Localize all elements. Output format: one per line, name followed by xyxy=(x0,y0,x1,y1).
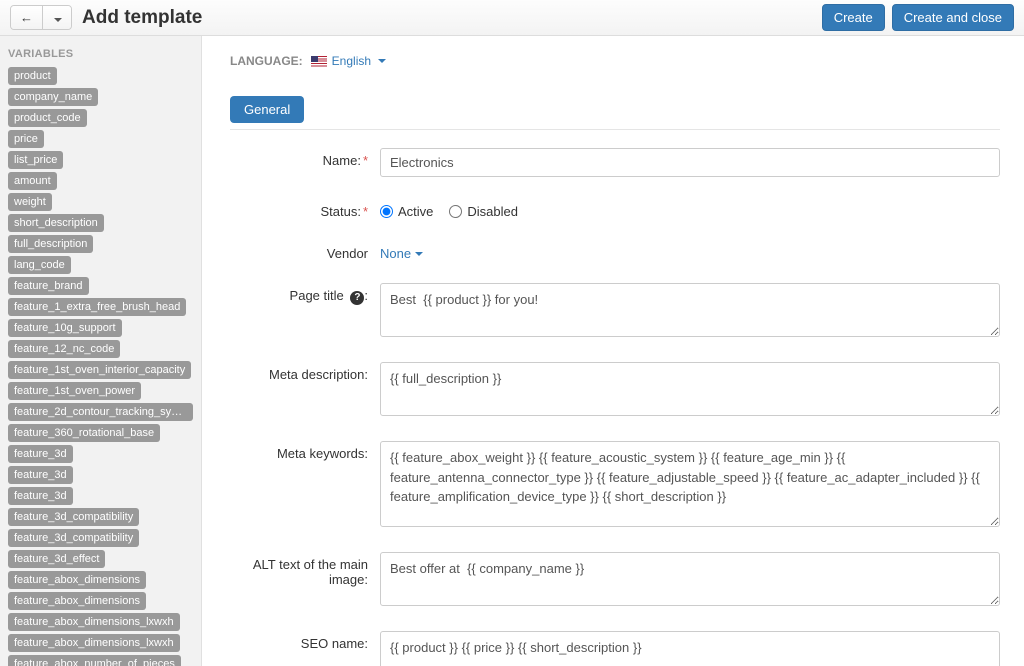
variable-chip[interactable]: feature_12_nc_code xyxy=(8,340,120,358)
variable-chip[interactable]: short_description xyxy=(8,214,104,232)
variable-chip[interactable]: amount xyxy=(8,172,57,190)
alt-text-input[interactable]: Best offer at {{ company_name }} xyxy=(380,552,1000,606)
vendor-label: Vendor xyxy=(230,241,380,261)
variable-chip[interactable]: price xyxy=(8,130,44,148)
variable-chip[interactable]: feature_1st_oven_interior_capacity xyxy=(8,361,191,379)
status-label: Status:* xyxy=(230,199,380,219)
variable-chip[interactable]: feature_3d xyxy=(8,445,73,463)
row-alt-text: ALT text of the main image: Best offer a… xyxy=(230,552,1000,609)
topbar-left: ← Add template xyxy=(10,5,202,30)
variable-chip[interactable]: weight xyxy=(8,193,52,211)
row-meta-description: Meta description: {{ full_description }} xyxy=(230,362,1000,419)
variable-chip[interactable]: feature_3d_effect xyxy=(8,550,105,568)
chevron-down-icon xyxy=(54,18,62,22)
sidebar-heading: VARIABLES xyxy=(8,48,193,60)
variable-chip[interactable]: feature_360_rotational_base xyxy=(8,424,160,442)
content-area[interactable]: LANGUAGE: English General Name:* Status:… xyxy=(202,36,1024,666)
seo-name-label: SEO name: xyxy=(230,631,380,651)
row-vendor: Vendor None xyxy=(230,241,1000,261)
language-value: English xyxy=(332,54,371,68)
meta-keywords-label: Meta keywords: xyxy=(230,441,380,461)
name-input[interactable] xyxy=(380,148,1000,177)
status-active-radio[interactable] xyxy=(380,205,393,218)
status-disabled-option[interactable]: Disabled xyxy=(449,204,518,219)
variable-chip[interactable]: feature_2d_contour_tracking_system xyxy=(8,403,193,421)
meta-description-input[interactable]: {{ full_description }} xyxy=(380,362,1000,416)
meta-description-label: Meta description: xyxy=(230,362,380,382)
variable-chip[interactable]: product xyxy=(8,67,57,85)
seo-name-input[interactable]: {{ product }} {{ price }} {{ short_descr… xyxy=(380,631,1000,666)
back-dropdown-button[interactable] xyxy=(43,6,71,29)
variable-chip[interactable]: feature_abox_dimensions_lxwxh xyxy=(8,613,180,631)
variable-list: product company_name product_codeprice list… xyxy=(8,67,193,666)
variable-chip[interactable]: feature_10g_support xyxy=(8,319,122,337)
variable-chip[interactable]: feature_abox_dimensions_lxwxh xyxy=(8,634,180,652)
variable-chip[interactable]: feature_1_extra_free_brush_head xyxy=(8,298,186,316)
language-row: LANGUAGE: English xyxy=(230,54,1000,68)
variables-sidebar[interactable]: VARIABLES product company_name product_cod… xyxy=(0,36,202,666)
language-selector[interactable]: English xyxy=(311,54,386,68)
topbar-right: Create Create and close xyxy=(822,4,1014,31)
vendor-value: None xyxy=(380,246,411,261)
help-icon[interactable]: ? xyxy=(350,291,364,305)
variable-chip[interactable]: feature_3d xyxy=(8,487,73,505)
meta-keywords-input[interactable]: {{ feature_abox_weight }} {{ feature_aco… xyxy=(380,441,1000,527)
flag-us-icon xyxy=(311,56,327,67)
page-title: Add template xyxy=(82,7,202,29)
row-meta-keywords: Meta keywords: {{ feature_abox_weight }}… xyxy=(230,441,1000,530)
chevron-down-icon xyxy=(415,252,423,256)
row-seo-name: SEO name: {{ product }} {{ price }} {{ s… xyxy=(230,631,1000,666)
divider xyxy=(230,129,1000,130)
back-button-group: ← xyxy=(10,5,72,30)
page-title-label: Page title ?: xyxy=(230,283,380,305)
row-status: Status:* Active Disabled xyxy=(230,199,1000,219)
create-and-close-button[interactable]: Create and close xyxy=(892,4,1014,31)
status-disabled-radio[interactable] xyxy=(449,205,462,218)
variable-chip[interactable]: feature_brand xyxy=(8,277,89,295)
status-active-option[interactable]: Active xyxy=(380,204,433,219)
name-label: Name:* xyxy=(230,148,380,168)
variable-chip[interactable]: feature_3d_compatibility xyxy=(8,508,139,526)
variable-chip[interactable]: lang_code xyxy=(8,256,71,274)
variable-chip[interactable]: list_price xyxy=(8,151,63,169)
tabs: General xyxy=(230,96,1000,123)
create-button[interactable]: Create xyxy=(822,4,885,31)
variable-chip[interactable]: feature_abox_number_of_pieces xyxy=(8,655,181,666)
language-label: LANGUAGE: xyxy=(230,54,303,68)
variable-chip[interactable]: product_code xyxy=(8,109,87,127)
vendor-selector[interactable]: None xyxy=(380,241,423,261)
variable-chip[interactable]: company_name xyxy=(8,88,98,106)
status-radio-group: Active Disabled xyxy=(380,199,1000,219)
variable-chip[interactable]: feature_3d_compatibility xyxy=(8,529,139,547)
chevron-down-icon xyxy=(378,59,386,63)
page-title-input[interactable]: Best {{ product }} for you! xyxy=(380,283,1000,337)
variable-chip[interactable]: feature_3d xyxy=(8,466,73,484)
row-name: Name:* xyxy=(230,148,1000,177)
tab-general[interactable]: General xyxy=(230,96,304,123)
variable-chip[interactable]: feature_abox_dimensions xyxy=(8,592,146,610)
variable-chip[interactable]: feature_abox_dimensions xyxy=(8,571,146,589)
main: VARIABLES product company_name product_cod… xyxy=(0,36,1024,666)
alt-text-label: ALT text of the main image: xyxy=(230,552,380,587)
topbar: ← Add template Create Create and close xyxy=(0,0,1024,36)
row-page-title: Page title ?: Best {{ product }} for you… xyxy=(230,283,1000,340)
back-button[interactable]: ← xyxy=(11,6,43,29)
variable-chip[interactable]: feature_1st_oven_power xyxy=(8,382,141,400)
variable-chip[interactable]: full_description xyxy=(8,235,93,253)
